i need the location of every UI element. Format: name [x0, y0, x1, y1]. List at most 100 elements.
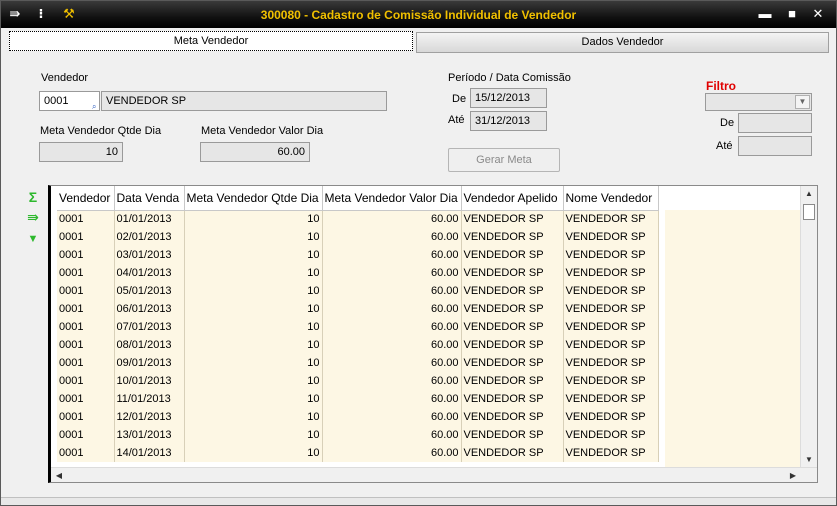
- table-cell[interactable]: 60.00: [322, 318, 462, 336]
- table-cell[interactable]: 01/01/2013: [114, 210, 185, 228]
- maximize-button[interactable]: ■: [783, 6, 801, 22]
- table-cell[interactable]: VENDEDOR SP: [563, 336, 659, 354]
- expand-down-icon[interactable]: ▼: [24, 231, 42, 247]
- scroll-left-icon[interactable]: ◀: [51, 468, 67, 482]
- table-cell[interactable]: 60.00: [322, 282, 462, 300]
- table-cell[interactable]: VENDEDOR SP: [461, 426, 564, 444]
- table-cell[interactable]: 0001: [57, 228, 115, 246]
- table-cell[interactable]: 10: [184, 390, 323, 408]
- table-cell[interactable]: VENDEDOR SP: [563, 228, 659, 246]
- table-cell[interactable]: 60.00: [322, 444, 462, 462]
- table-cell[interactable]: 60.00: [322, 300, 462, 318]
- table-cell[interactable]: 60.00: [322, 264, 462, 282]
- table-cell[interactable]: 02/01/2013: [114, 228, 185, 246]
- table-cell[interactable]: 60.00: [322, 210, 462, 228]
- table-cell[interactable]: VENDEDOR SP: [461, 282, 564, 300]
- table-cell[interactable]: VENDEDOR SP: [563, 264, 659, 282]
- table-cell[interactable]: 0001: [57, 210, 115, 228]
- filtro-ate-field[interactable]: [738, 136, 812, 156]
- table-cell[interactable]: 07/01/2013: [114, 318, 185, 336]
- table-cell[interactable]: 60.00: [322, 390, 462, 408]
- table-row[interactable]: 0001 08/01/2013 10 60.00 VENDEDOR SP VENDEDOR…: [57, 336, 659, 354]
- chevron-down-icon[interactable]: ▼: [795, 95, 810, 109]
- table-cell[interactable]: 10: [184, 228, 323, 246]
- table-cell[interactable]: 0001: [57, 318, 115, 336]
- table-cell[interactable]: VENDEDOR SP: [461, 228, 564, 246]
- table-row[interactable]: 0001 05/01/2013 10 60.00 VENDEDOR SP VENDEDOR…: [57, 282, 659, 300]
- tab-dados-vendedor[interactable]: Dados Vendedor: [416, 32, 829, 53]
- scroll-up-icon[interactable]: ▲: [801, 186, 817, 202]
- table-cell[interactable]: 10: [184, 426, 323, 444]
- table-cell[interactable]: 10: [184, 444, 323, 462]
- gerar-meta-button[interactable]: Gerar Meta: [448, 148, 560, 172]
- table-cell[interactable]: VENDEDOR SP: [461, 300, 564, 318]
- table-cell[interactable]: 60.00: [322, 336, 462, 354]
- table-cell[interactable]: 10: [184, 354, 323, 372]
- col-header-data-venda[interactable]: Data Venda: [114, 186, 185, 211]
- close-button[interactable]: ✕: [809, 6, 827, 22]
- table-cell[interactable]: 0001: [57, 282, 115, 300]
- scroll-thumb[interactable]: [803, 204, 815, 220]
- table-row[interactable]: 0001 09/01/2013 10 60.00 VENDEDOR SP VENDEDOR…: [57, 354, 659, 372]
- sum-icon[interactable]: Σ: [24, 189, 42, 205]
- table-cell[interactable]: 0001: [57, 390, 115, 408]
- col-header-meta-valor[interactable]: Meta Vendedor Valor Dia: [322, 186, 462, 211]
- scroll-right-icon[interactable]: ▶: [785, 468, 801, 482]
- table-cell[interactable]: 60.00: [322, 372, 462, 390]
- vendedor-code-input[interactable]: 0001: [39, 91, 100, 111]
- col-header-vendedor[interactable]: Vendedor: [57, 186, 115, 211]
- table-cell[interactable]: VENDEDOR SP: [461, 264, 564, 282]
- table-cell[interactable]: VENDEDOR SP: [563, 372, 659, 390]
- filtro-select[interactable]: ▼: [705, 93, 812, 111]
- table-cell[interactable]: VENDEDOR SP: [563, 444, 659, 462]
- table-cell[interactable]: 14/01/2013: [114, 444, 185, 462]
- table-cell[interactable]: 60.00: [322, 426, 462, 444]
- table-cell[interactable]: 0001: [57, 336, 115, 354]
- table-cell[interactable]: 11/01/2013: [114, 390, 185, 408]
- table-cell[interactable]: 10: [184, 336, 323, 354]
- table-cell[interactable]: VENDEDOR SP: [563, 282, 659, 300]
- vertical-scrollbar[interactable]: ▲ ▼: [800, 186, 817, 468]
- table-row[interactable]: 0001 12/01/2013 10 60.00 VENDEDOR SP VENDEDOR…: [57, 408, 659, 426]
- table-cell[interactable]: 10: [184, 282, 323, 300]
- table-row[interactable]: 0001 01/01/2013 10 60.00 VENDEDOR SP VENDEDOR…: [57, 210, 659, 228]
- table-cell[interactable]: VENDEDOR SP: [563, 408, 659, 426]
- table-cell[interactable]: 10: [184, 408, 323, 426]
- table-cell[interactable]: 12/01/2013: [114, 408, 185, 426]
- table-row[interactable]: 0001 04/01/2013 10 60.00 VENDEDOR SP VENDEDOR…: [57, 264, 659, 282]
- export-grid-icon[interactable]: ⇛: [24, 209, 42, 225]
- meta-qtde-field[interactable]: 10: [39, 142, 123, 162]
- table-cell[interactable]: 10: [184, 318, 323, 336]
- table-cell[interactable]: 0001: [57, 246, 115, 264]
- table-cell[interactable]: 09/01/2013: [114, 354, 185, 372]
- scroll-down-icon[interactable]: ▼: [801, 452, 817, 468]
- table-cell[interactable]: VENDEDOR SP: [461, 444, 564, 462]
- table-cell[interactable]: 10: [184, 246, 323, 264]
- table-cell[interactable]: 05/01/2013: [114, 282, 185, 300]
- table-cell[interactable]: VENDEDOR SP: [563, 390, 659, 408]
- table-cell[interactable]: VENDEDOR SP: [461, 336, 564, 354]
- table-cell[interactable]: VENDEDOR SP: [461, 210, 564, 228]
- table-cell[interactable]: VENDEDOR SP: [461, 408, 564, 426]
- ate-date-field[interactable]: 31/12/2013: [470, 111, 547, 131]
- table-row[interactable]: 0001 06/01/2013 10 60.00 VENDEDOR SP VENDEDOR…: [57, 300, 659, 318]
- de-date-field[interactable]: 15/12/2013: [470, 88, 547, 108]
- table-row[interactable]: 0001 13/01/2013 10 60.00 VENDEDOR SP VENDEDOR…: [57, 426, 659, 444]
- table-row[interactable]: 0001 10/01/2013 10 60.00 VENDEDOR SP VENDEDOR…: [57, 372, 659, 390]
- col-header-apelido[interactable]: Vendedor Apelido: [461, 186, 564, 211]
- table-cell[interactable]: 10: [184, 372, 323, 390]
- table-cell[interactable]: 10: [184, 210, 323, 228]
- table-cell[interactable]: 60.00: [322, 228, 462, 246]
- meta-valor-field[interactable]: 60.00: [200, 142, 310, 162]
- table-cell[interactable]: VENDEDOR SP: [461, 318, 564, 336]
- table-cell[interactable]: 0001: [57, 426, 115, 444]
- table-cell[interactable]: 10/01/2013: [114, 372, 185, 390]
- table-cell[interactable]: 03/01/2013: [114, 246, 185, 264]
- table-cell[interactable]: 60.00: [322, 408, 462, 426]
- table-cell[interactable]: 0001: [57, 372, 115, 390]
- table-cell[interactable]: VENDEDOR SP: [461, 246, 564, 264]
- horizontal-scrollbar[interactable]: ◀ ▶: [51, 467, 817, 482]
- table-cell[interactable]: 06/01/2013: [114, 300, 185, 318]
- table-cell[interactable]: VENDEDOR SP: [563, 354, 659, 372]
- col-header-meta-qtde[interactable]: Meta Vendedor Qtde Dia: [184, 186, 323, 211]
